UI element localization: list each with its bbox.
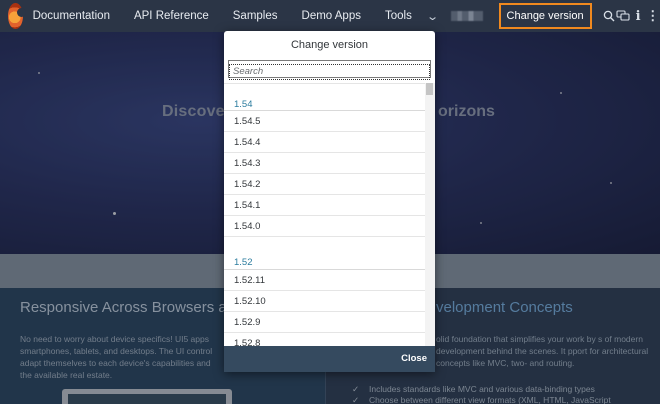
logo-icon[interactable] <box>8 3 26 29</box>
nav-tools[interactable]: Tools <box>385 10 412 22</box>
list-item[interactable]: 1.52.8 <box>224 333 425 346</box>
dialog-title: Change version <box>290 39 369 51</box>
change-version-button[interactable]: Change version <box>498 3 592 29</box>
list-item[interactable]: 1.54.2 <box>224 174 425 195</box>
search-icon[interactable] <box>602 0 617 32</box>
group-header-1-52: 1.52 <box>224 237 425 270</box>
group-header-1-54: 1.54 <box>224 84 425 111</box>
nav-samples[interactable]: Samples <box>233 10 278 22</box>
list-item[interactable]: 1.52.11 <box>224 270 425 291</box>
list-item[interactable]: 1.54.3 <box>224 153 425 174</box>
nav-documentation[interactable]: Documentation <box>33 10 110 22</box>
ellipsis-icon[interactable]: ⋮ <box>645 0 660 32</box>
version-search-input[interactable] <box>229 63 430 80</box>
search-field-wrapper <box>228 60 431 80</box>
chevron-down-icon[interactable]: ⌄ <box>426 10 439 23</box>
close-button[interactable]: Close <box>401 353 427 364</box>
list-item[interactable]: 1.54.4 <box>224 132 425 153</box>
dialog-footer: Close <box>224 346 435 372</box>
feedback-icon[interactable] <box>616 0 631 32</box>
list-item[interactable]: 1.52.10 <box>224 291 425 312</box>
list-item[interactable]: 1.54.0 <box>224 216 425 237</box>
list-item[interactable]: 1.52.9 <box>224 312 425 333</box>
list-item[interactable]: 1.54.1 <box>224 195 425 216</box>
list-scrollbar-thumb[interactable] <box>426 83 433 95</box>
list-item[interactable]: 1.54.5 <box>224 111 425 132</box>
nav-demo-apps[interactable]: Demo Apps <box>302 10 361 22</box>
top-navigation-bar: Documentation API Reference Samples Demo… <box>0 0 660 32</box>
info-icon[interactable]: i <box>631 0 646 32</box>
change-version-dialog: Change version 1.54 1.54.5 1.54.4 1.54.3… <box>224 31 435 372</box>
version-indicator <box>451 11 483 21</box>
version-list: 1.54 1.54.5 1.54.4 1.54.3 1.54.2 1.54.1 … <box>224 83 425 346</box>
list-scrollbar[interactable] <box>425 83 435 346</box>
nav-api-reference[interactable]: API Reference <box>134 10 209 22</box>
